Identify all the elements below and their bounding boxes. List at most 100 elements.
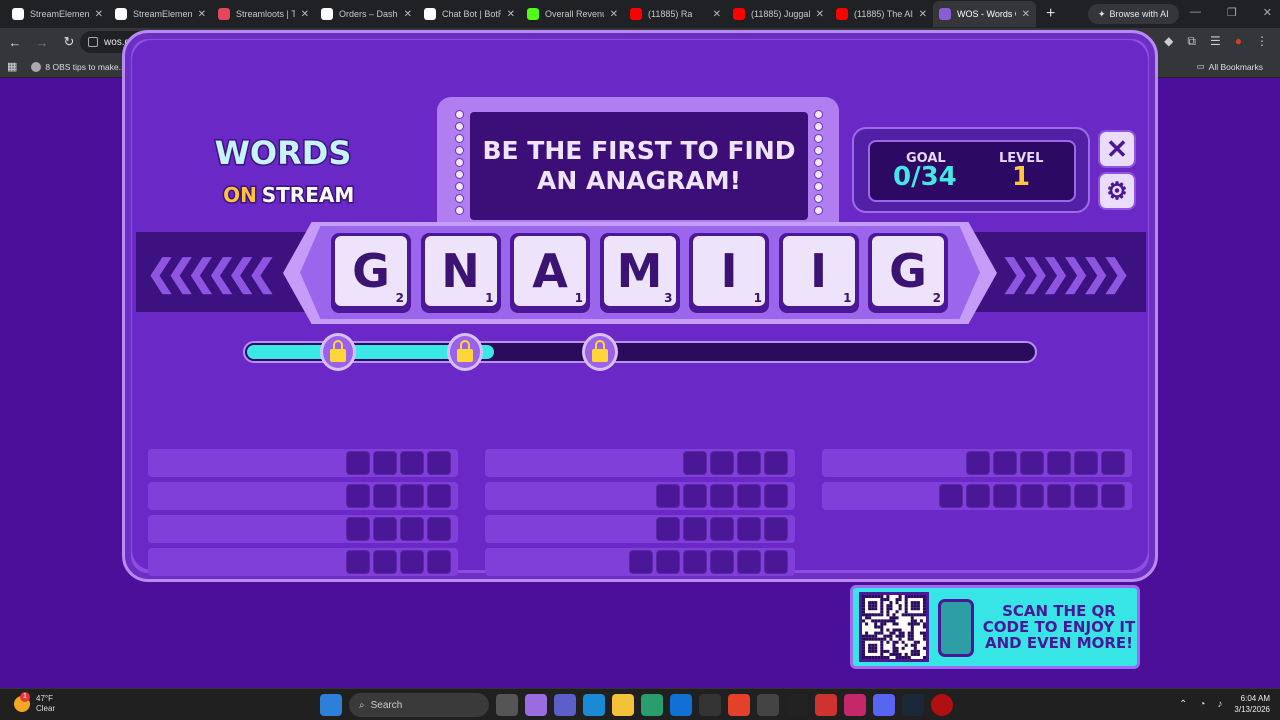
tab-close-icon[interactable]: ✕ (507, 9, 515, 20)
browser-tab[interactable]: WOS - Words O ✕ (933, 1, 1036, 27)
lock-icon (582, 333, 618, 371)
browser-tab[interactable]: StreamElements✕ (6, 1, 109, 27)
terminal-icon[interactable] (786, 694, 808, 716)
tab-close-icon[interactable]: ✕ (198, 9, 206, 20)
word-row (485, 548, 795, 576)
task-view-icon[interactable] (496, 694, 518, 716)
letter-slot (764, 517, 788, 541)
discord-icon[interactable] (873, 694, 895, 716)
close-window-icon[interactable]: ✕ (1263, 6, 1272, 19)
new-tab-button[interactable]: + (1036, 5, 1065, 23)
tab-close-icon[interactable]: ✕ (919, 9, 927, 20)
word-row (485, 449, 795, 477)
goal-value: 0/34 (893, 162, 957, 192)
tab-close-icon[interactable]: ✕ (95, 9, 103, 20)
tab-favicon-icon (939, 8, 951, 20)
tab-close-icon[interactable]: ✕ (713, 9, 721, 20)
file-explorer-icon[interactable] (612, 694, 634, 716)
word-row (822, 449, 1132, 477)
letter-slot (400, 550, 424, 574)
windows-start-icon[interactable] (320, 694, 342, 716)
banner-lights-right (814, 110, 828, 215)
back-icon[interactable]: ← (3, 35, 27, 50)
forward-icon[interactable]: → (30, 35, 54, 50)
letter-slot (710, 484, 734, 508)
volume-icon[interactable]: ♪ (1217, 699, 1222, 710)
letter-tile: G2 (331, 233, 411, 313)
teams-icon[interactable] (554, 694, 576, 716)
tab-close-icon[interactable]: ✕ (610, 9, 618, 20)
word-row (148, 515, 458, 543)
store-icon[interactable] (641, 694, 663, 716)
letter-slot (373, 451, 397, 475)
windows-taskbar: 47°F Clear 1 ⌕ Search ⌃ ◔ ♪ 6:04 AM 3/13/20… (0, 688, 1280, 720)
tab-close-icon[interactable]: ✕ (404, 9, 412, 20)
media-icon[interactable]: ☰ (1210, 34, 1221, 49)
qr-promo-text: SCAN THE QR CODE TO ENJOY IT AND EVEN MO… (982, 602, 1136, 652)
apps-grid-icon[interactable]: ▦ (0, 60, 24, 73)
letter-slot (764, 550, 788, 574)
progress-bar (243, 341, 1037, 363)
letter-slot (1047, 451, 1071, 475)
minimize-icon[interactable]: — (1190, 6, 1201, 19)
site-info-icon[interactable] (88, 37, 98, 47)
letter-slot (346, 550, 370, 574)
browser-tab[interactable]: (11885) Juggal ✕ (727, 1, 830, 27)
chrome-icon[interactable] (728, 694, 750, 716)
tab-close-icon[interactable]: ✕ (301, 9, 309, 20)
close-button[interactable]: ✕ (1098, 130, 1136, 168)
monitor-app-icon[interactable] (844, 694, 866, 716)
tab-close-icon[interactable]: ✕ (816, 9, 824, 20)
clock[interactable]: 6:04 AM 3/13/2026 (1234, 693, 1270, 715)
anagram-banner: BE THE FIRST TO FIND AN ANAGRAM! (470, 112, 808, 220)
browser-tab[interactable]: Chat Bot | BotR ✕ (418, 1, 521, 27)
letter-tile: N1 (420, 233, 501, 313)
letter-slot (656, 550, 680, 574)
logo-on-text: ON (223, 183, 257, 207)
tab-favicon-icon (836, 8, 848, 20)
maximize-icon[interactable]: ❐ (1227, 6, 1237, 19)
taskbar-search[interactable]: ⌕ Search (349, 693, 489, 717)
letter-slot (656, 484, 680, 508)
tray-chevron-icon[interactable]: ⌃ (1179, 699, 1187, 710)
letter-slot (400, 451, 424, 475)
letter-slot (1074, 451, 1098, 475)
letter-slot (966, 451, 990, 475)
extensions-puzzle-icon[interactable]: ⧉ (1187, 34, 1196, 49)
browser-tab[interactable]: (11885) The All ✕ (830, 1, 933, 27)
reload-icon[interactable]: ↻ (57, 34, 81, 50)
letter-tile: A1 (510, 233, 590, 313)
bookmark-item[interactable]: 8 OBS tips to make... (24, 61, 132, 72)
network-icon[interactable]: ◔ (1199, 699, 1205, 710)
letter-slot (373, 484, 397, 508)
outlook-icon[interactable] (670, 694, 692, 716)
browser-tab[interactable]: Orders – Dashb ✕ (315, 1, 418, 27)
browser-tab[interactable]: Streamloots | T ✕ (212, 1, 315, 27)
settings-button[interactable]: ⚙ (1098, 172, 1136, 210)
tab-close-icon[interactable]: ✕ (1022, 9, 1030, 20)
tab-favicon-icon (218, 8, 230, 20)
extension-icon[interactable]: ◆ (1164, 34, 1173, 49)
obs-icon[interactable] (699, 694, 721, 716)
all-bookmarks-button[interactable]: ▭ All Bookmarks (1190, 61, 1270, 72)
profile-icon[interactable]: ● (1235, 34, 1242, 49)
level-value: 1 (1012, 162, 1031, 192)
copilot-icon[interactable] (525, 694, 547, 716)
qr-code-icon (859, 592, 929, 662)
record-app-icon[interactable] (931, 694, 953, 716)
letter-slot (737, 484, 761, 508)
browser-tab[interactable]: Overall Revenu ✕ (521, 1, 624, 27)
letter-slot (737, 550, 761, 574)
browser-tab[interactable]: StreamElements✕ (109, 1, 212, 27)
steam-icon[interactable] (902, 694, 924, 716)
browser-tab[interactable]: (11885) Ra ✕ (624, 1, 727, 27)
letter-slot (993, 484, 1017, 508)
letter-slot (1020, 451, 1044, 475)
app-icon[interactable] (757, 694, 779, 716)
menu-icon[interactable]: ⋮ (1256, 34, 1268, 49)
phone-icon (938, 599, 974, 657)
edge-icon[interactable] (583, 694, 605, 716)
letter-slot (710, 517, 734, 541)
browse-with-ai-button[interactable]: ✦ Browse with AI (1088, 4, 1179, 24)
game-app-icon[interactable] (815, 694, 837, 716)
